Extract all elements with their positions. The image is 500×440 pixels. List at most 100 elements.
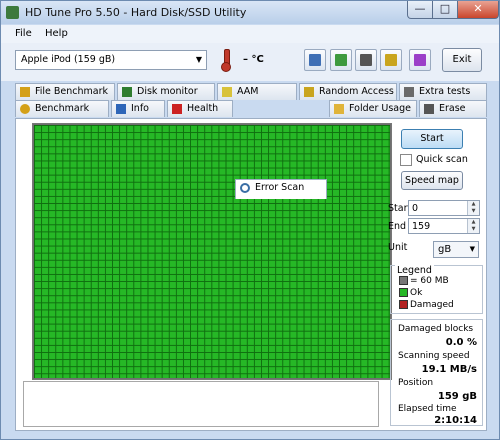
legend-damaged: Damaged bbox=[399, 300, 454, 310]
speed-map-button[interactable]: Speed map bbox=[401, 171, 463, 190]
unit-select-value: gB bbox=[438, 244, 452, 255]
elapsed-time-value: 2:10:14 bbox=[434, 415, 477, 426]
legend-ok: Ok bbox=[399, 288, 422, 298]
title-bar[interactable]: HD Tune Pro 5.50 - Hard Disk/SSD Utility… bbox=[1, 1, 499, 24]
tab-label: Info bbox=[131, 103, 149, 114]
menu-bar: File Help bbox=[1, 25, 499, 43]
app-icon bbox=[6, 6, 19, 19]
scan-controls: Start Quick scan Speed map Start 0 ▲ ▼ En… bbox=[386, 123, 486, 428]
error-scan-panel: Start Quick scan Speed map Start 0 ▲ ▼ En… bbox=[15, 118, 487, 431]
block-swatch-icon bbox=[399, 276, 408, 285]
tab-label: Random Access bbox=[319, 86, 394, 97]
speaker-icon bbox=[222, 87, 232, 97]
tab-benchmark[interactable]: Benchmark bbox=[15, 100, 109, 117]
menu-file[interactable]: File bbox=[15, 28, 32, 39]
tab-disk-monitor[interactable]: Disk monitor bbox=[117, 83, 215, 100]
start-button[interactable]: Start bbox=[401, 129, 463, 149]
damaged-blocks-value: 0.0 % bbox=[445, 337, 477, 348]
tab-label: Health bbox=[187, 103, 219, 114]
thermometer-icon bbox=[221, 49, 231, 72]
tab-label: Benchmark bbox=[35, 103, 90, 114]
elapsed-time-label: Elapsed time bbox=[398, 404, 457, 414]
tab-label: Folder Usage bbox=[349, 103, 411, 114]
tab-strip: File Benchmark Disk monitor AAM Random A… bbox=[1, 81, 499, 199]
quick-scan-label: Quick scan bbox=[416, 154, 468, 165]
scan-log[interactable] bbox=[23, 381, 379, 427]
magnifier-icon bbox=[240, 183, 250, 193]
damaged-blocks-label: Damaged blocks bbox=[398, 324, 474, 334]
chevron-down-icon: ▼ bbox=[469, 245, 475, 253]
screenshot-button[interactable] bbox=[355, 49, 377, 71]
drive-select-value: Apple iPod (159 gB) bbox=[21, 54, 116, 65]
scanning-speed-value: 19.1 MB/s bbox=[421, 364, 477, 375]
maximize-button[interactable]: □ bbox=[432, 1, 458, 19]
unit-label: Unit bbox=[388, 242, 408, 253]
download-icon bbox=[414, 54, 426, 66]
tab-label: Disk monitor bbox=[137, 86, 198, 97]
copy-info-button[interactable] bbox=[304, 49, 326, 71]
tab-erase[interactable]: Erase bbox=[419, 100, 487, 117]
copy-screen-button[interactable] bbox=[330, 49, 352, 71]
menu-help[interactable]: Help bbox=[45, 28, 68, 39]
exit-button[interactable]: Exit bbox=[442, 48, 482, 72]
extra-tests-icon bbox=[404, 87, 414, 97]
spin-arrows-icon[interactable]: ▲ ▼ bbox=[467, 201, 479, 215]
legend-box: Legend = 60 MB Ok Damaged bbox=[390, 265, 483, 314]
start-input-value: 0 bbox=[412, 203, 419, 214]
toolbar: Apple iPod (159 gB) ▼ – °C Exit bbox=[1, 43, 499, 81]
health-cross-icon bbox=[172, 104, 182, 114]
damaged-swatch-icon bbox=[399, 300, 408, 309]
legend-title: Legend bbox=[395, 265, 434, 276]
copy-screen-icon bbox=[335, 54, 347, 66]
start-input[interactable]: 0 ▲ ▼ bbox=[408, 200, 480, 216]
folder-icon bbox=[334, 104, 344, 114]
end-field-label: End bbox=[388, 221, 407, 232]
random-access-icon bbox=[304, 87, 314, 97]
temperature-value: – °C bbox=[243, 54, 264, 65]
disk-monitor-icon bbox=[122, 87, 132, 97]
file-benchmark-icon bbox=[20, 87, 30, 97]
tab-label: Extra tests bbox=[419, 86, 471, 97]
tab-label: AAM bbox=[237, 86, 259, 97]
download-button[interactable] bbox=[409, 49, 431, 71]
tab-error-scan[interactable]: Error Scan bbox=[235, 179, 327, 199]
position-value: 159 gB bbox=[437, 391, 477, 402]
tab-extra-tests[interactable]: Extra tests bbox=[399, 83, 487, 100]
drive-select[interactable]: Apple iPod (159 gB) ▼ bbox=[15, 50, 207, 70]
copy-info-icon bbox=[309, 54, 321, 66]
tab-file-benchmark[interactable]: File Benchmark bbox=[15, 83, 115, 100]
options-button[interactable] bbox=[380, 49, 402, 71]
scan-stats: Damaged blocks 0.0 % Scanning speed 19.1… bbox=[390, 319, 483, 426]
end-input-value: 159 bbox=[412, 221, 431, 232]
chevron-down-icon: ▼ bbox=[195, 55, 202, 64]
tab-health[interactable]: Health bbox=[167, 100, 233, 117]
tab-folder-usage[interactable]: Folder Usage bbox=[329, 100, 417, 117]
ok-swatch-icon bbox=[399, 288, 408, 297]
scanning-speed-label: Scanning speed bbox=[398, 351, 470, 361]
unit-select[interactable]: gB ▼ bbox=[433, 241, 479, 258]
trash-icon bbox=[424, 104, 434, 114]
position-label: Position bbox=[398, 378, 434, 388]
scan-blocks-ok bbox=[34, 125, 390, 378]
legend-damaged-text: Damaged bbox=[410, 300, 454, 310]
end-input[interactable]: 159 ▲ ▼ bbox=[408, 218, 480, 234]
legend-ok-text: Ok bbox=[410, 288, 423, 298]
tab-label: Erase bbox=[439, 103, 466, 114]
window-title: HD Tune Pro 5.50 - Hard Disk/SSD Utility bbox=[25, 6, 247, 19]
tab-aam[interactable]: AAM bbox=[217, 83, 297, 100]
quick-scan-checkbox[interactable] bbox=[400, 154, 412, 166]
tab-info[interactable]: Info bbox=[111, 100, 165, 117]
tab-label: Error Scan bbox=[255, 182, 305, 193]
minimize-button[interactable]: — bbox=[407, 1, 433, 19]
legend-block-text: = 60 MB bbox=[410, 276, 449, 286]
tab-random-access[interactable]: Random Access bbox=[299, 83, 397, 100]
app-window: HD Tune Pro 5.50 - Hard Disk/SSD Utility… bbox=[0, 0, 500, 440]
spin-arrows-icon[interactable]: ▲ ▼ bbox=[467, 219, 479, 233]
close-button[interactable]: ✕ bbox=[457, 1, 499, 19]
camera-icon bbox=[360, 54, 372, 66]
scan-block-map bbox=[32, 123, 392, 380]
tab-label: File Benchmark bbox=[35, 86, 109, 97]
tools-icon bbox=[385, 54, 397, 66]
info-icon bbox=[116, 104, 126, 114]
lightbulb-icon bbox=[20, 104, 30, 114]
